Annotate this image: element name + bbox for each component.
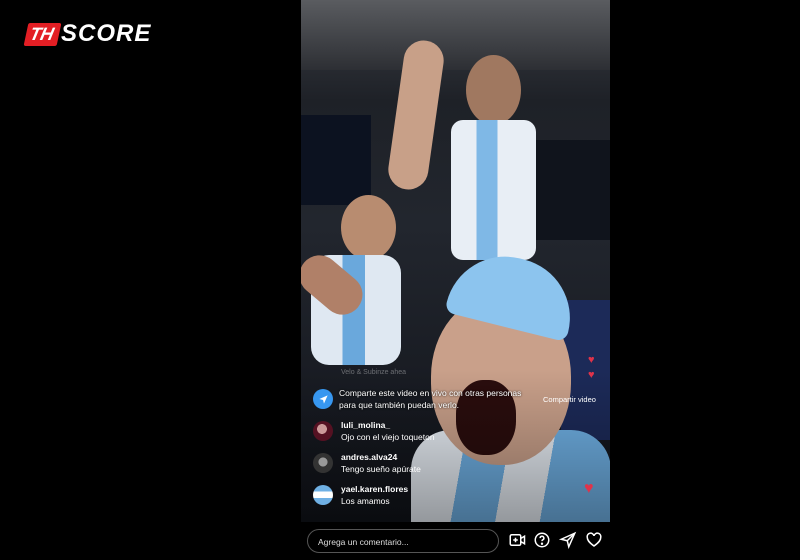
heart-icon: ♥: [584, 480, 594, 497]
scene-jersey: [451, 120, 536, 260]
logo-name: SCORE: [61, 20, 152, 47]
comment-text: Tengo sueño apúrate: [341, 464, 421, 474]
scene-ceiling: [301, 0, 610, 70]
avatar[interactable]: [313, 421, 333, 441]
scene-person-face: [341, 195, 396, 260]
heart-icon: ♥: [588, 354, 595, 366]
share-video-button[interactable]: Compartir video: [543, 395, 596, 404]
comment-text: Ojo con el viejo toqueton: [341, 432, 435, 442]
question-icon[interactable]: [533, 531, 551, 549]
comment-username[interactable]: andres.alva24: [341, 451, 421, 463]
avatar[interactable]: [313, 453, 333, 473]
comment-item: yael.karen.flores Los amamos: [313, 483, 553, 515]
floating-hearts: ♥ ♥: [588, 354, 595, 382]
add-video-icon[interactable]: [508, 531, 526, 549]
share-prompt: Comparte este video en vivo con otras pe…: [313, 387, 538, 411]
comment-item: luli_molina_ Ojo con el viejo toqueton: [313, 419, 553, 451]
heart-icon[interactable]: [585, 531, 603, 549]
share-prompt-line1: Comparte este video en vivo con otras pe…: [339, 388, 522, 398]
scene-person-head: [466, 55, 521, 125]
comment-input[interactable]: Agrega un comentario...: [307, 529, 499, 553]
comment-text: Los amamos: [341, 496, 390, 506]
comment-list: luli_molina_ Ojo con el viejo toqueton a…: [313, 419, 553, 515]
share-prompt-line2: para que también puedan verlo.: [339, 400, 460, 410]
avatar[interactable]: [313, 485, 333, 505]
send-icon: [313, 389, 333, 409]
heart-icon: ♥: [588, 369, 595, 381]
send-icon[interactable]: [558, 531, 577, 550]
scene-window-left: [301, 115, 371, 205]
comment-username[interactable]: yael.karen.flores: [341, 483, 408, 495]
comment-item: andres.alva24 Tengo sueño apúrate: [313, 451, 553, 483]
faint-overlay-text: Velo & Subinze ahea: [341, 369, 406, 376]
share-prompt-text: Comparte este video en vivo con otras pe…: [339, 387, 521, 411]
live-video: Velo & Subinze ahea ♥ ♥ Comparte este vi…: [301, 0, 610, 560]
logo-prefix: TH: [23, 22, 62, 46]
thscore-logo: TH SCORE: [23, 20, 152, 47]
comment-username[interactable]: luli_molina_: [341, 419, 435, 431]
scene-window-right: [536, 140, 610, 240]
